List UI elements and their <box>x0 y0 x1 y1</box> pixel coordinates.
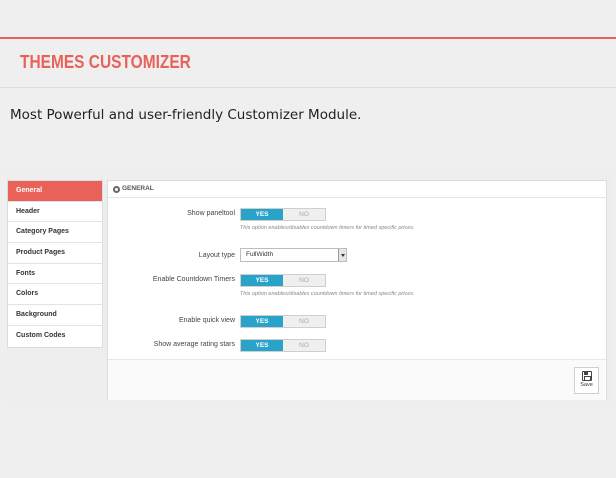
quick-view-yes[interactable]: YES <box>241 316 283 327</box>
quick-view-toggle: YES NO <box>240 315 326 328</box>
panel-title: GENERAL <box>122 185 154 192</box>
sidebar-item-fonts[interactable]: Fonts <box>8 264 102 285</box>
sidebar-item-header[interactable]: Header <box>8 202 102 223</box>
show-paneltool-label: Show paneltool <box>187 210 235 217</box>
sidebar-item-background[interactable]: Background <box>8 305 102 326</box>
save-label: Save <box>580 382 593 388</box>
settings-sidebar: General Header Category Pages Product Pa… <box>7 180 103 348</box>
sidebar-item-general[interactable]: General <box>8 181 102 202</box>
countdown-yes[interactable]: YES <box>241 275 283 286</box>
customizer-window: General Header Category Pages Product Pa… <box>5 171 612 404</box>
show-paneltool-no[interactable]: NO <box>283 209 325 220</box>
sidebar-item-product-pages[interactable]: Product Pages <box>8 243 102 264</box>
show-paneltool-yes[interactable]: YES <box>241 209 283 220</box>
countdown-help: This option enables/disables countdown t… <box>240 291 415 297</box>
top-accent-rule <box>0 37 616 39</box>
rating-stars-toggle: YES NO <box>240 339 326 352</box>
banner-tagline: Most Powerful and user-friendly Customiz… <box>10 107 362 123</box>
quick-view-no[interactable]: NO <box>283 316 325 327</box>
countdown-label: Enable Countdown Timers <box>152 276 235 283</box>
countdown-no[interactable]: NO <box>283 275 325 286</box>
rating-stars-yes[interactable]: YES <box>241 340 283 351</box>
save-button[interactable]: Save <box>574 367 599 394</box>
sidebar-item-category-pages[interactable]: Category Pages <box>8 222 102 244</box>
layout-type-label: Layout type <box>198 252 235 259</box>
sidebar-item-custom-codes[interactable]: Custom Codes <box>8 326 102 347</box>
quick-view-label: Enable quick view <box>178 317 235 324</box>
show-paneltool-help: This option enables/disables countdown t… <box>240 225 415 231</box>
countdown-toggle: YES NO <box>240 274 326 287</box>
panel-header: GENERAL <box>108 181 606 198</box>
layout-type-value: FullWidth <box>246 251 274 258</box>
layout-type-select[interactable]: FullWidth <box>240 248 347 262</box>
sidebar-item-colors[interactable]: Colors <box>8 284 102 306</box>
general-settings-panel: GENERAL Show paneltool YES NO This optio… <box>107 180 607 400</box>
banner-title: THEMES CUSTOMIZER <box>20 52 191 72</box>
show-paneltool-toggle: YES NO <box>240 208 326 221</box>
chevron-down-icon[interactable] <box>338 249 346 261</box>
save-icon <box>581 371 592 381</box>
banner-divider <box>0 87 616 88</box>
rating-stars-no[interactable]: NO <box>283 340 325 351</box>
rating-stars-label: Show average rating stars <box>153 341 235 348</box>
gear-icon <box>113 185 120 193</box>
panel-footer: Save <box>108 359 606 400</box>
